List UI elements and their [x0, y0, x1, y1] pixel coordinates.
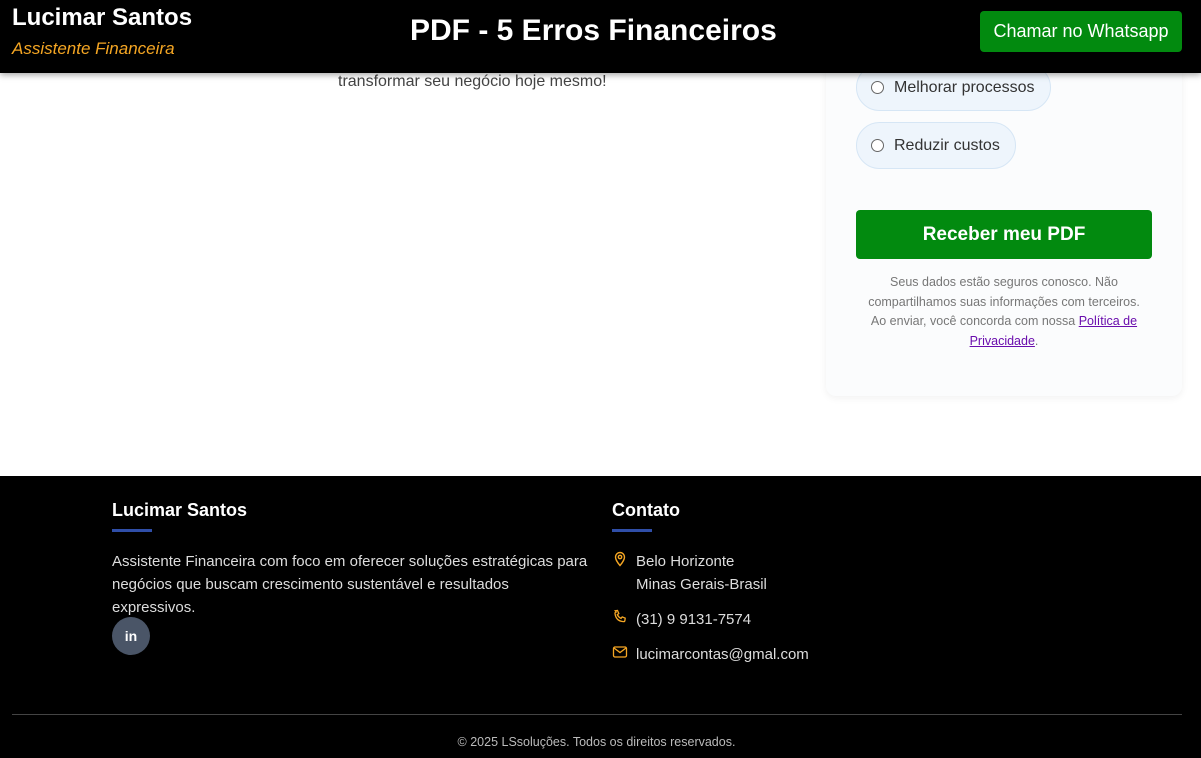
- intro-text: transformar seu negócio hoje mesmo!: [338, 73, 607, 90]
- whatsapp-button[interactable]: Chamar no Whatsapp: [980, 11, 1182, 52]
- copyright-text: © 2025 LSsoluções. Todos os direitos res…: [457, 735, 736, 749]
- privacy-end: .: [1034, 333, 1039, 348]
- brand-name[interactable]: Lucimar Santos: [12, 4, 192, 32]
- site-header: Lucimar Santos Assistente Financeira PDF…: [0, 0, 1201, 73]
- brand-tagline: Assistente Financeira: [12, 39, 175, 58]
- submit-button[interactable]: Receber meu PDF: [856, 210, 1152, 259]
- phone-icon: [614, 609, 626, 623]
- option-reduzir-custos[interactable]: Reduzir custos: [856, 122, 1016, 169]
- linkedin-icon[interactable]: in: [112, 617, 150, 655]
- radio-button[interactable]: [871, 81, 884, 94]
- lead-form: Melhorar processos Reduzir custos Recebe…: [826, 40, 1182, 396]
- footer-contact-heading: Contato: [612, 500, 680, 520]
- privacy-notice: Seus dados estão seguros conosco. Não co…: [860, 273, 1148, 351]
- footer-about-text: Assistente Financeira com foco em oferec…: [112, 553, 588, 616]
- option-label: Reduzir custos: [894, 136, 1000, 154]
- heading-underline: [112, 529, 152, 532]
- radio-button[interactable]: [871, 139, 884, 152]
- footer-about-heading: Lucimar Santos: [112, 500, 248, 520]
- address-line-2: Minas Gerais-Brasil: [636, 576, 767, 593]
- address-line-1: Belo Horizonte: [636, 553, 735, 570]
- page-title: PDF - 5 Erros Financeiros: [410, 14, 777, 47]
- email-address[interactable]: lucimarcontas@gmal.com: [636, 643, 809, 666]
- heading-underline: [612, 529, 652, 532]
- location-icon: [614, 551, 626, 567]
- mail-icon: [612, 646, 628, 658]
- phone-number[interactable]: (31) 9 9131-7574: [636, 608, 751, 631]
- site-footer: Lucimar Santos Assistente Financeira com…: [0, 476, 1201, 758]
- option-label: Melhorar processos: [894, 78, 1035, 96]
- footer-divider: [12, 714, 1182, 715]
